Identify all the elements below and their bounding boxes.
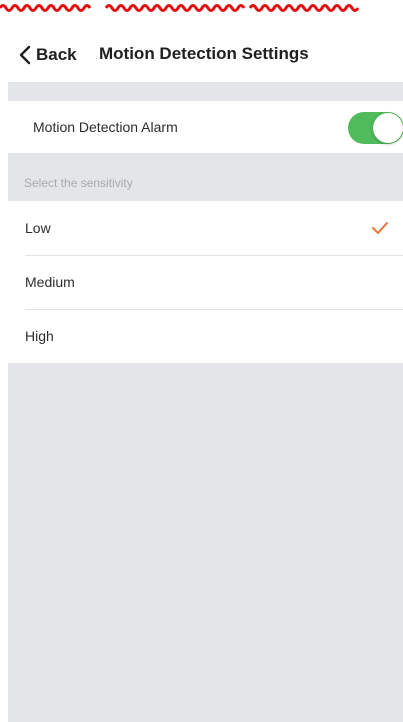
page-title: Motion Detection Settings xyxy=(99,44,309,63)
sensitivity-option-list: Low Medium High xyxy=(8,201,403,363)
navigation-bar: Back Motion Detection Settings xyxy=(0,28,403,82)
section-spacer xyxy=(8,82,403,101)
option-label: Low xyxy=(25,220,51,236)
sensitivity-section-header: Select the sensitivity xyxy=(8,153,403,201)
empty-content-area xyxy=(8,363,403,722)
screen: Back Motion Detection Settings Motion De… xyxy=(0,0,403,722)
option-label: Medium xyxy=(25,274,75,290)
checkmark-icon xyxy=(372,222,388,234)
motion-alarm-row: Motion Detection Alarm xyxy=(8,101,403,153)
chevron-left-icon xyxy=(19,45,31,65)
sensitivity-option-medium[interactable]: Medium xyxy=(8,255,403,309)
back-button[interactable]: Back xyxy=(18,42,77,68)
status-bar-obscured xyxy=(0,0,403,20)
motion-alarm-label: Motion Detection Alarm xyxy=(33,119,178,135)
sensitivity-option-low[interactable]: Low xyxy=(8,201,403,255)
sensitivity-section-label: Select the sensitivity xyxy=(24,176,133,190)
back-label: Back xyxy=(36,45,77,64)
option-label: High xyxy=(25,328,54,344)
motion-alarm-toggle[interactable] xyxy=(348,112,403,144)
toggle-knob xyxy=(373,113,403,143)
sensitivity-option-high[interactable]: High xyxy=(8,309,403,363)
